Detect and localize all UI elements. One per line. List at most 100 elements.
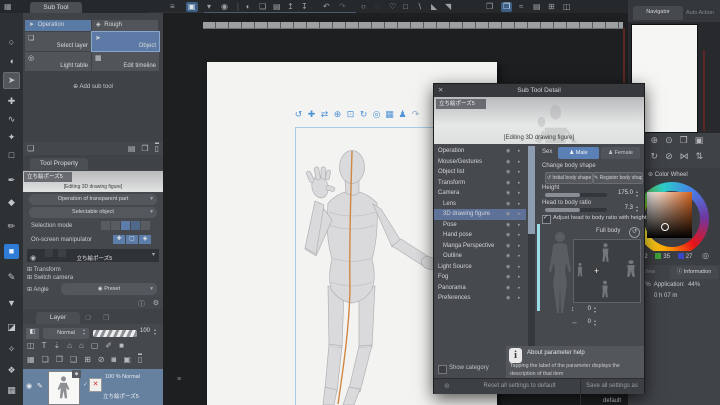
subtool-item[interactable]: ▦ Edit timeline [92, 52, 159, 71]
wrench-icon[interactable]: ⚙ [153, 299, 159, 307]
selection-mode-button[interactable] [141, 221, 150, 230]
subtool-footer-icon[interactable]: ❏ [27, 144, 34, 153]
tool-icon[interactable]: ◖ [4, 54, 19, 69]
manipulator-button[interactable]: ◈ [139, 235, 151, 244]
command-icon[interactable]: ◫ [563, 2, 571, 12]
reset-all-button[interactable]: Reset all settings to default [462, 379, 577, 394]
layer-setting-icon[interactable]: ✐ [105, 341, 112, 350]
command-icon[interactable]: ◌ [375, 2, 380, 12]
arrow-icon[interactable]: ▸ [518, 209, 521, 220]
eye-icon[interactable]: ◉ [506, 251, 510, 262]
layer-command-icon[interactable]: ⊞ [84, 355, 91, 364]
tool-icon[interactable]: ➤ [3, 72, 20, 89]
command-icon[interactable]: ♡ [389, 2, 396, 12]
3d-manipulator-icon[interactable]: ✚ [306, 109, 317, 120]
layer-thumbnail[interactable]: ◆ [48, 370, 81, 405]
height-slider[interactable] [545, 193, 607, 197]
category-item[interactable]: Fog ◉ ▸ [434, 272, 526, 283]
layer-setting-icon[interactable]: ⌂ [79, 341, 84, 350]
category-item[interactable]: Camera ◉ ▸ [434, 188, 526, 199]
eye-icon[interactable]: ◉ [506, 241, 510, 252]
selection-mode-button[interactable] [131, 221, 140, 230]
navigator-zoom-icon[interactable]: ❐ [680, 135, 688, 146]
dialog-title-bar[interactable]: ✕ Sub Tool Detail [434, 84, 644, 97]
layer-setting-icon[interactable]: ◫ [27, 341, 35, 350]
chevron-down-icon[interactable]: ▾ [152, 249, 155, 262]
dialog-scrollbar-thumb[interactable] [528, 146, 535, 234]
3d-manipulator-icon[interactable]: ↺ [293, 109, 304, 120]
combine-mode-button[interactable]: ◧ [26, 328, 39, 339]
figure-height-slider[interactable] [537, 224, 540, 311]
layer-command-icon[interactable]: ❏ [42, 355, 49, 364]
tool-icon[interactable]: ◪ [4, 320, 19, 335]
layer-extra-tab-icon[interactable]: ❒ [103, 314, 109, 322]
category-item[interactable]: Operation ◉ ▸ [434, 146, 526, 157]
layer-setting-icon[interactable]: ■ [119, 341, 124, 350]
add-subtool-button[interactable]: ⊕ Add sub tool [23, 83, 163, 90]
subtool-footer-icon[interactable]: ▯ [155, 144, 159, 153]
tool-icon[interactable]: ✚ [4, 94, 19, 109]
expand-icon[interactable]: ⊞ [27, 275, 32, 281]
height-value[interactable]: 175.0 [609, 190, 633, 196]
navigator-tab[interactable]: Navigator [633, 6, 683, 20]
eye-icon[interactable]: ◉ [506, 146, 510, 157]
arrow-icon[interactable]: ▸ [518, 220, 521, 231]
subtool-footer-icon[interactable]: ▤ [128, 144, 136, 153]
category-item[interactable]: Panorama ◉ ▸ [434, 283, 526, 294]
command-icon[interactable]: ❐ [501, 2, 513, 12]
command-icon[interactable]: ▤ [273, 2, 281, 12]
category-item[interactable]: Hand pose ◉ ▸ [434, 230, 526, 241]
pose-row[interactable]: ◉ 立ち絵ポーズ5 ▾ [27, 249, 159, 262]
command-icon[interactable]: ∖ [417, 2, 422, 12]
navigator-zoom-icon[interactable]: ▣ [695, 135, 704, 146]
category-item[interactable]: Outline ◉ ▸ [434, 251, 526, 262]
command-icon[interactable]: ⊞ [548, 2, 555, 12]
eye-icon[interactable]: ◉ [506, 220, 510, 231]
spinner-icons[interactable]: ▴ ▾ [636, 190, 638, 198]
navigator-zoom-icon[interactable]: ⊙ [665, 135, 673, 146]
female-button[interactable]: ♟ Female [601, 147, 640, 159]
angle-row[interactable]: ⊞ Angle [27, 286, 49, 293]
preset-dropdown[interactable]: ◉ Preset ▾ [61, 283, 157, 295]
eye-icon[interactable]: ◉ [506, 209, 510, 220]
info-icon[interactable]: ⓘ [138, 299, 145, 309]
selectable-object-dropdown[interactable]: Selectable object ▾ [29, 207, 157, 218]
eye-icon[interactable]: ◉ [506, 199, 510, 210]
dialog-scrollbar-track[interactable] [528, 146, 535, 378]
selection-mode-button[interactable] [101, 221, 110, 230]
navigator-rotate-icon[interactable]: ↻ [651, 151, 659, 162]
command-icon[interactable]: ❒ [486, 2, 493, 12]
ratio-value[interactable]: 7.3 [609, 205, 633, 211]
layer-setting-icon[interactable]: ▢ [91, 341, 99, 350]
layer-setting-icon[interactable]: ⇣ [53, 341, 60, 350]
tool-icon[interactable]: ◎ [4, 401, 19, 405]
tool-icon[interactable]: ✦ [4, 130, 19, 145]
eye-icon[interactable]: ◉ [506, 230, 510, 241]
eye-icon[interactable]: ◉ [506, 178, 510, 189]
command-icon[interactable]: ❏ [259, 2, 266, 12]
tool-icon[interactable]: ○ [4, 35, 19, 50]
transparent-part-dropdown[interactable]: Operation of transparent part ▾ [29, 194, 157, 205]
transform-row[interactable]: ⊞ Transform [27, 266, 61, 273]
arrow-icon[interactable]: ▸ [518, 178, 521, 189]
reset-pad-icon[interactable]: ↺ [629, 227, 640, 238]
sv-cursor[interactable] [661, 223, 669, 231]
command-icon[interactable]: ↶ [323, 2, 330, 12]
manipulator-button[interactable]: ✚ [113, 235, 125, 244]
tool-icon[interactable]: ✧ [4, 342, 19, 357]
arrow-icon[interactable]: ▸ [518, 262, 521, 273]
3d-manipulator-icon[interactable]: ↷ [410, 109, 421, 120]
arrow-icon[interactable]: ▸ [518, 188, 521, 199]
eye-icon[interactable]: ◉ [506, 272, 510, 283]
auto-action-tab[interactable]: Auto Action [686, 7, 714, 20]
arrow-icon[interactable]: ▸ [518, 167, 521, 178]
tool-icon[interactable]: ∿ [4, 112, 19, 127]
male-button[interactable]: ♟ Male [558, 147, 599, 159]
command-icon[interactable]: ○ [361, 2, 366, 12]
category-item[interactable]: Light Source ◉ ▸ [434, 262, 526, 273]
subtool-group-tab[interactable]: ◈ Rough [92, 20, 158, 31]
layer-name[interactable]: 立ち絵ポーズ5 [103, 392, 139, 400]
body-shape-pad[interactable]: + [573, 239, 641, 303]
spinner-icons[interactable]: ▴ ▾ [636, 205, 638, 213]
eye-icon[interactable]: ◉ [506, 157, 510, 168]
